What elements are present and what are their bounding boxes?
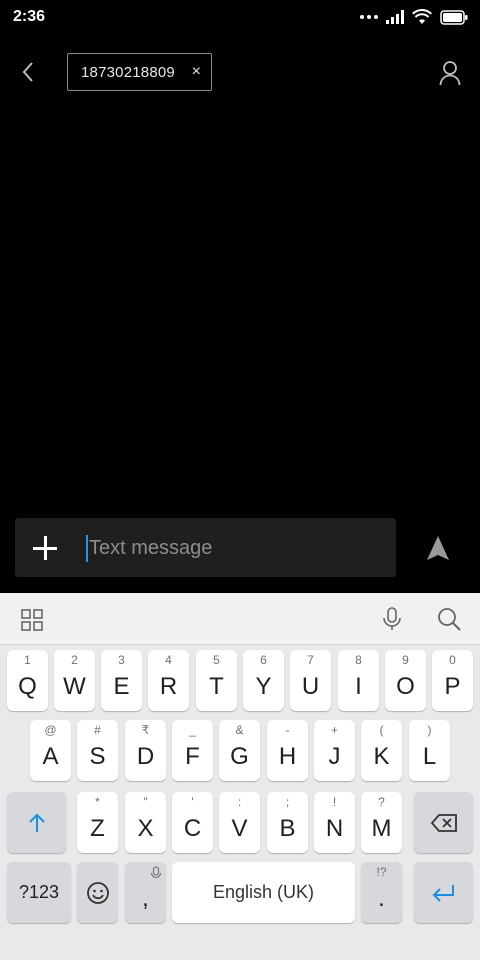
emoji-key[interactable] — [77, 862, 118, 923]
period-key[interactable]: !? . — [361, 862, 402, 923]
key-n[interactable]: ! N — [314, 792, 355, 853]
enter-arrow-icon — [432, 884, 454, 902]
send-button[interactable] — [422, 532, 454, 564]
search-icon[interactable] — [436, 606, 462, 632]
key-j[interactable]: + J — [314, 720, 355, 781]
key-v[interactable]: :V — [219, 792, 260, 853]
key-i[interactable]: 8I — [338, 650, 379, 711]
key-a[interactable]: @ A — [30, 720, 71, 781]
signal-icon — [386, 10, 404, 24]
keyboard-toolbar — [0, 593, 480, 645]
key-l[interactable]: ) L — [409, 720, 450, 781]
key-h[interactable]: -H — [267, 720, 308, 781]
status-icons — [360, 8, 468, 26]
key-w[interactable]: 2W — [54, 650, 95, 711]
key-s[interactable]: # S — [77, 720, 118, 781]
attach-plus-icon[interactable] — [31, 534, 59, 562]
compose-box — [15, 518, 396, 577]
key-d[interactable]: ₹ D — [125, 720, 166, 781]
key-c[interactable]: ' C — [172, 792, 213, 853]
key-o[interactable]: 9O — [385, 650, 426, 711]
space-key[interactable]: English (UK) — [172, 862, 355, 923]
key-m[interactable]: ? M — [361, 792, 402, 853]
key-b[interactable]: ; B — [267, 792, 308, 853]
key-u[interactable]: 7U — [290, 650, 331, 711]
message-input[interactable] — [87, 528, 377, 568]
key-t[interactable]: 5T — [196, 650, 237, 711]
shift-key[interactable] — [7, 792, 66, 853]
key-z[interactable]: * Z — [77, 792, 118, 853]
microphone-icon[interactable] — [380, 606, 404, 632]
status-bar: 2:36 — [0, 0, 480, 34]
chevron-left-icon — [22, 62, 33, 82]
key-q[interactable]: 1Q — [7, 650, 48, 711]
more-notifications-icon — [360, 15, 378, 19]
status-time: 2:36 — [13, 8, 46, 25]
shift-arrow-icon — [28, 813, 45, 832]
battery-icon — [440, 9, 468, 25]
key-y[interactable]: 6Y — [243, 650, 284, 711]
person-icon — [439, 61, 461, 86]
soft-keyboard: 1Q 2W 3E 4R 5T 6Y 7U 8I 9O 0P @ A # S ₹ D _… — [0, 593, 480, 960]
key-g[interactable]: & G — [219, 720, 260, 781]
conversation-header: 18730218809 × — [0, 44, 480, 102]
key-r[interactable]: 4R — [148, 650, 189, 711]
send-icon — [427, 536, 449, 560]
comma-key[interactable]: , — [125, 862, 166, 923]
smiley-icon — [86, 881, 109, 904]
symbols-key[interactable]: ?123 — [7, 862, 71, 923]
backspace-icon — [430, 813, 457, 832]
key-k[interactable]: (K — [361, 720, 402, 781]
key-f[interactable]: _ F — [172, 720, 213, 781]
grid-icon[interactable] — [20, 608, 44, 632]
key-e[interactable]: 3E — [101, 650, 142, 711]
enter-key[interactable] — [414, 862, 473, 923]
wifi-icon — [412, 9, 432, 24]
back-button[interactable] — [14, 58, 42, 86]
recipient-number: 18730218809 — [81, 63, 175, 81]
voice-hint-icon — [150, 866, 162, 879]
remove-recipient-icon[interactable]: × — [192, 62, 201, 82]
backspace-key[interactable] — [414, 792, 473, 853]
key-x[interactable]: " X — [125, 792, 166, 853]
key-p[interactable]: 0P — [432, 650, 473, 711]
contact-button[interactable] — [436, 58, 464, 88]
recipient-chip[interactable]: 18730218809 × — [67, 53, 212, 91]
